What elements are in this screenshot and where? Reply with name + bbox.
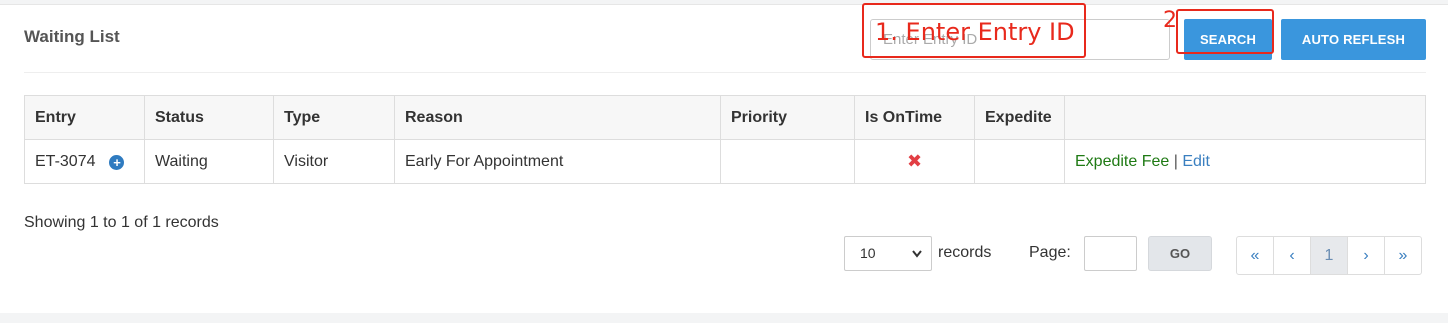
cell-type: Visitor xyxy=(273,139,395,184)
prev-page-button[interactable]: ‹ xyxy=(1273,236,1311,275)
cell-actions: Expedite Fee | Edit xyxy=(1064,139,1426,184)
expedite-fee-link[interactable]: Expedite Fee xyxy=(1075,153,1169,170)
next-page-button[interactable]: › xyxy=(1347,236,1385,275)
column-header-priority[interactable]: Priority xyxy=(720,95,855,140)
column-header-status[interactable]: Status xyxy=(144,95,274,140)
edit-link[interactable]: Edit xyxy=(1182,153,1210,170)
first-page-button[interactable]: « xyxy=(1236,236,1274,275)
page-size-select[interactable]: 10 xyxy=(844,236,932,271)
cell-reason: Early For Appointment xyxy=(394,139,721,184)
last-page-button[interactable]: » xyxy=(1384,236,1422,275)
column-header-is-ontime[interactable]: Is OnTime xyxy=(854,95,975,140)
column-header-reason[interactable]: Reason xyxy=(394,95,721,140)
column-header-type[interactable]: Type xyxy=(273,95,395,140)
cell-entry: ET-3074 + xyxy=(24,139,145,184)
column-header-actions xyxy=(1064,95,1426,140)
cell-priority xyxy=(720,139,855,184)
page-size-value: 10 xyxy=(860,245,876,261)
page-label: Page: xyxy=(1029,244,1071,261)
waiting-list-table: Entry Status Type Reason Priority Is OnT… xyxy=(24,95,1426,184)
records-label: records xyxy=(938,244,992,261)
search-button[interactable]: SEARCH xyxy=(1184,19,1272,60)
page-title: Waiting List xyxy=(24,27,120,46)
plus-circle-icon[interactable]: + xyxy=(109,154,125,170)
cell-status: Waiting xyxy=(144,139,274,184)
cell-expedite xyxy=(974,139,1065,184)
page-number-input[interactable] xyxy=(1084,236,1137,271)
table-row: ET-3074 + Waiting Visitor Early For Appoi… xyxy=(24,139,1426,184)
waiting-list-panel: Waiting List SEARCH AUTO REFLESH Entry S… xyxy=(0,4,1448,313)
pagination: « ‹ 1 › » xyxy=(1236,236,1422,275)
auto-refresh-button[interactable]: AUTO REFLESH xyxy=(1281,19,1426,60)
go-button[interactable]: GO xyxy=(1148,236,1212,271)
records-summary: Showing 1 to 1 of 1 records xyxy=(24,214,219,231)
cell-is-ontime: ✖ xyxy=(854,139,975,184)
x-icon: ✖ xyxy=(906,151,923,171)
current-page-button[interactable]: 1 xyxy=(1310,236,1348,275)
chevron-down-icon xyxy=(911,237,923,283)
action-separator: | xyxy=(1173,152,1178,170)
entry-id-search-input[interactable] xyxy=(870,19,1170,60)
column-header-expedite[interactable]: Expedite xyxy=(974,95,1065,140)
table-header-row: Entry Status Type Reason Priority Is OnT… xyxy=(24,95,1426,140)
entry-id: ET-3074 xyxy=(35,152,96,170)
column-header-entry[interactable]: Entry xyxy=(24,95,145,140)
header-divider xyxy=(24,72,1426,73)
